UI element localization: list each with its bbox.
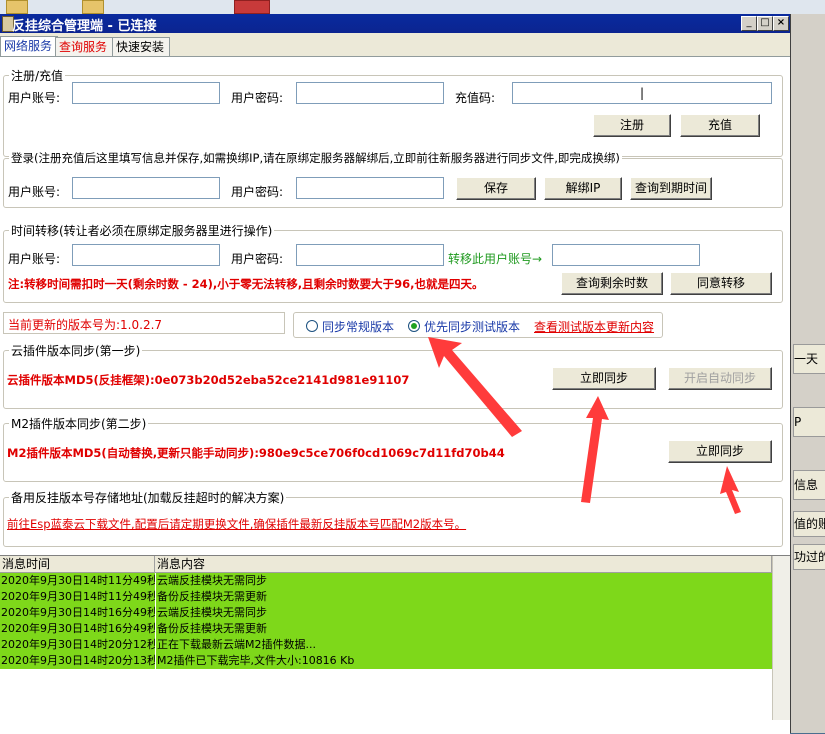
arrow-to-cloud-sync [581, 396, 609, 503]
arrow-to-test-radio [428, 337, 522, 437]
annotation-arrows [428, 337, 741, 514]
arrow-to-m2-sync [720, 466, 741, 514]
